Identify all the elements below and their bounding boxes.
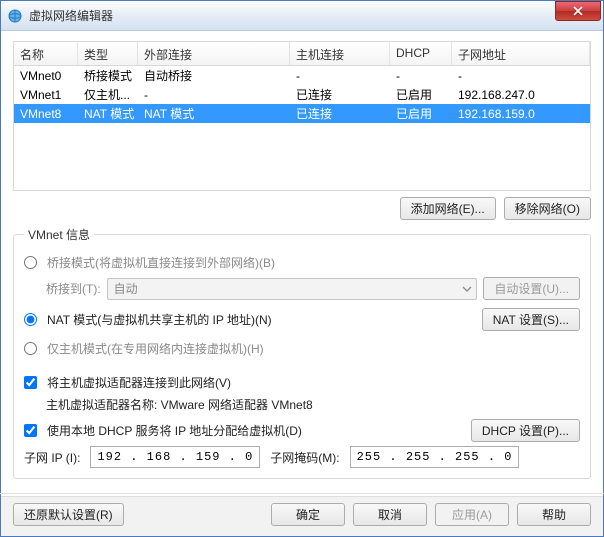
cancel-button[interactable]: 取消 bbox=[353, 503, 427, 526]
restore-defaults-button[interactable]: 还原默认设置(R) bbox=[13, 503, 124, 526]
col-subnet[interactable]: 子网地址 bbox=[452, 42, 590, 65]
nat-radio[interactable] bbox=[24, 313, 37, 326]
remove-network-button[interactable]: 移除网络(O) bbox=[504, 197, 591, 220]
network-table[interactable]: 名称 类型 外部连接 主机连接 DHCP 子网地址 VMnet0桥接模式自动桥接… bbox=[13, 41, 591, 191]
col-name[interactable]: 名称 bbox=[14, 42, 78, 65]
table-row[interactable]: VMnet1仅主机...-已连接已启用192.168.247.0 bbox=[14, 85, 590, 104]
add-network-button[interactable]: 添加网络(E)... bbox=[400, 197, 496, 220]
bridged-label: 桥接模式(将虚拟机直接连接到外部网络)(B) bbox=[47, 254, 275, 271]
bridged-radio[interactable] bbox=[24, 256, 37, 269]
bridged-to-label: 桥接到(T): bbox=[46, 280, 101, 297]
col-external[interactable]: 外部连接 bbox=[138, 42, 290, 65]
table-cell: 已连接 bbox=[290, 84, 390, 105]
table-cell: NAT 模式 bbox=[138, 103, 290, 124]
subnet-mask-label: 子网掩码(M): bbox=[270, 449, 339, 466]
ok-button[interactable]: 确定 bbox=[271, 503, 345, 526]
window-title: 虚拟网络编辑器 bbox=[29, 7, 555, 24]
close-button[interactable] bbox=[555, 1, 601, 21]
table-cell: 自动桥接 bbox=[138, 65, 290, 86]
bridged-to-combo: 自动 bbox=[107, 278, 478, 300]
host-adapter-label: 将主机虚拟适配器连接到此网络(V) bbox=[47, 374, 231, 391]
vmnet-info-group: VMnet 信息 桥接模式(将虚拟机直接连接到外部网络)(B) 桥接到(T): … bbox=[13, 226, 591, 479]
table-cell: 192.168.247.0 bbox=[452, 86, 590, 104]
table-cell: - bbox=[290, 67, 390, 85]
table-cell: - bbox=[138, 86, 290, 104]
dialog-body: 名称 类型 外部连接 主机连接 DHCP 子网地址 VMnet0桥接模式自动桥接… bbox=[1, 31, 603, 487]
table-cell: 192.168.159.0 bbox=[452, 105, 590, 123]
table-cell: 已连接 bbox=[290, 103, 390, 124]
chevron-down-icon bbox=[462, 283, 472, 297]
hostonly-label: 仅主机模式(在专用网络内连接虚拟机)(H) bbox=[47, 340, 264, 357]
col-dhcp[interactable]: DHCP bbox=[390, 42, 452, 65]
table-cell: 已启用 bbox=[390, 103, 452, 124]
dialog-footer: 还原默认设置(R) 确定 取消 应用(A) 帮助 bbox=[1, 496, 603, 536]
table-cell: - bbox=[390, 67, 452, 85]
virtual-network-editor-window: 虚拟网络编辑器 名称 类型 外部连接 主机连接 DHCP 子网地址 VMnet0… bbox=[0, 0, 604, 537]
titlebar: 虚拟网络编辑器 bbox=[1, 1, 603, 31]
host-adapter-name: 主机虚拟适配器名称: VMware 网络适配器 VMnet8 bbox=[46, 396, 313, 413]
table-cell: VMnet1 bbox=[14, 86, 78, 104]
host-adapter-checkbox[interactable] bbox=[24, 376, 37, 389]
table-cell: 仅主机... bbox=[78, 84, 138, 105]
nat-settings-button[interactable]: NAT 设置(S)... bbox=[482, 308, 580, 331]
table-row[interactable]: VMnet0桥接模式自动桥接--- bbox=[14, 66, 590, 85]
subnet-ip-label: 子网 IP (I): bbox=[24, 449, 80, 466]
table-cell: NAT 模式 bbox=[78, 103, 138, 124]
table-cell: 桥接模式 bbox=[78, 65, 138, 86]
table-row[interactable]: VMnet8NAT 模式NAT 模式已连接已启用192.168.159.0 bbox=[14, 104, 590, 123]
table-body: VMnet0桥接模式自动桥接---VMnet1仅主机...-已连接已启用192.… bbox=[14, 66, 590, 123]
table-header: 名称 类型 外部连接 主机连接 DHCP 子网地址 bbox=[14, 42, 590, 66]
dhcp-label: 使用本地 DHCP 服务将 IP 地址分配给虚拟机(D) bbox=[47, 422, 302, 439]
app-icon bbox=[7, 8, 23, 24]
network-buttons: 添加网络(E)... 移除网络(O) bbox=[13, 197, 591, 220]
nat-label: NAT 模式(与虚拟机共享主机的 IP 地址)(N) bbox=[47, 311, 272, 328]
dhcp-checkbox[interactable] bbox=[24, 424, 37, 437]
apply-button: 应用(A) bbox=[435, 503, 509, 526]
dhcp-settings-button[interactable]: DHCP 设置(P)... bbox=[471, 419, 580, 442]
hostonly-radio[interactable] bbox=[24, 342, 37, 355]
help-button[interactable]: 帮助 bbox=[517, 503, 591, 526]
vmnet-info-legend: VMnet 信息 bbox=[24, 226, 94, 243]
table-cell: VMnet8 bbox=[14, 105, 78, 123]
subnet-ip-input[interactable]: 192 . 168 . 159 . 0 bbox=[90, 446, 260, 468]
auto-settings-button: 自动设置(U)... bbox=[483, 277, 580, 300]
separator bbox=[0, 493, 604, 494]
table-cell: 已启用 bbox=[390, 84, 452, 105]
bridged-to-value: 自动 bbox=[114, 280, 138, 297]
col-host[interactable]: 主机连接 bbox=[290, 42, 390, 65]
table-cell: - bbox=[452, 67, 590, 85]
col-type[interactable]: 类型 bbox=[78, 42, 138, 65]
subnet-mask-input[interactable]: 255 . 255 . 255 . 0 bbox=[350, 446, 520, 468]
table-cell: VMnet0 bbox=[14, 67, 78, 85]
